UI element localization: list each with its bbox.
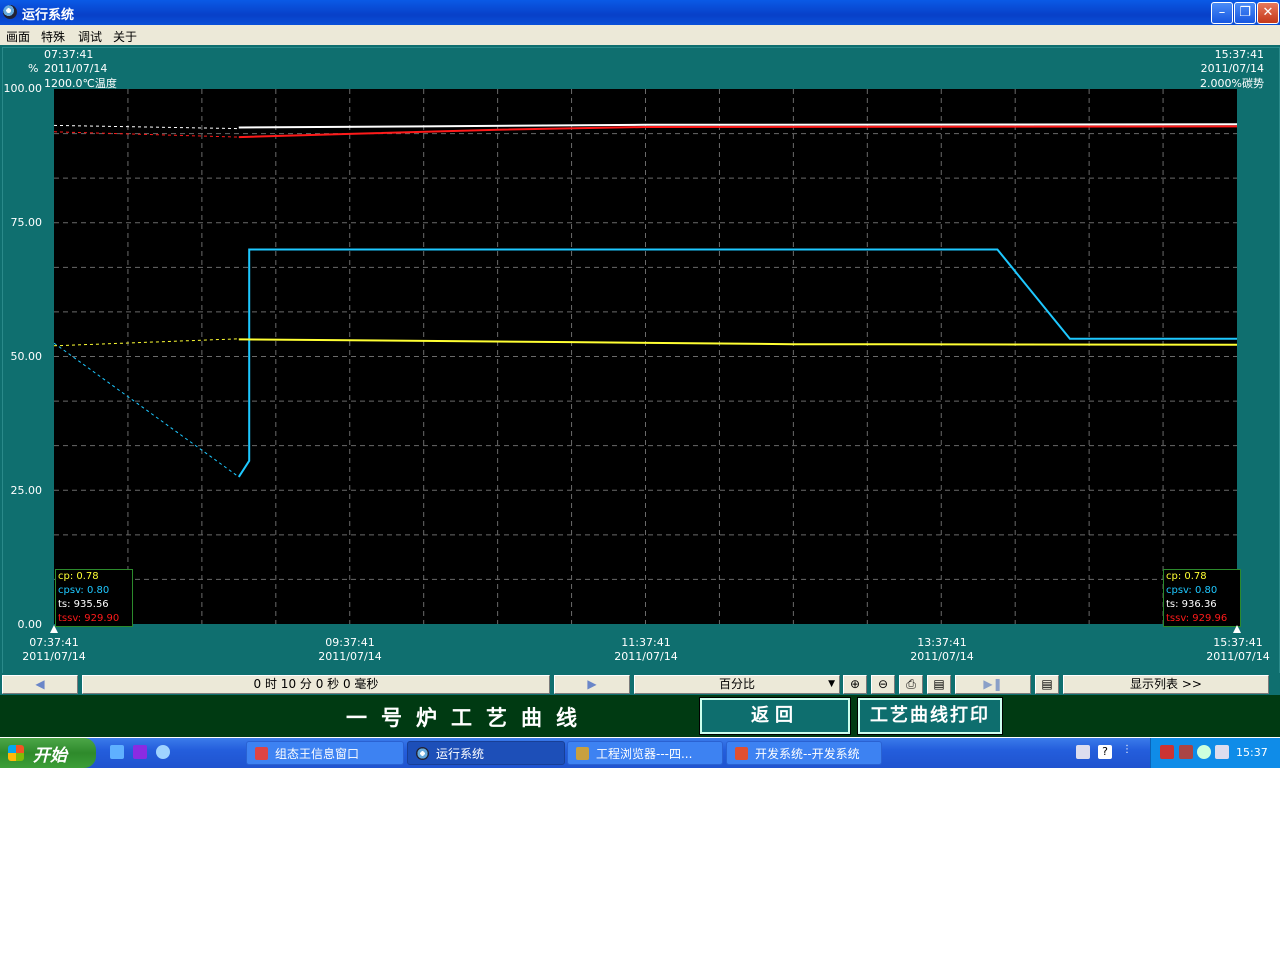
- close-button[interactable]: ✕: [1257, 2, 1279, 24]
- task-icon: [416, 747, 429, 760]
- help-icon[interactable]: ?: [1098, 745, 1112, 759]
- scroll-right-button[interactable]: ▶: [554, 675, 630, 694]
- unit-label: %: [28, 62, 39, 75]
- series-line-cpsv-dashed: [54, 342, 240, 478]
- keyboard-icon[interactable]: [1076, 745, 1090, 759]
- clipboard-icon[interactable]: ▤: [1035, 675, 1059, 694]
- quicklaunch-ie-icon[interactable]: [156, 745, 170, 759]
- restore-button[interactable]: ❐: [1234, 2, 1256, 24]
- series-line-tssv-dashed: [54, 131, 239, 138]
- tray-icon[interactable]: [1160, 745, 1174, 759]
- quicklaunch-icon[interactable]: [133, 745, 147, 759]
- menu-special[interactable]: 特殊: [41, 28, 65, 45]
- legend-left: cp: 0.78 cpsv: 0.80 ts: 935.56 tssv: 929…: [55, 569, 133, 627]
- menu-screen[interactable]: 画面: [6, 28, 30, 45]
- interval-field[interactable]: 0 时 10 分 0 秒 0 毫秒: [82, 675, 550, 694]
- start-label: 开始: [33, 746, 67, 766]
- y-tick-label: 50.00: [10, 350, 43, 363]
- document-icon[interactable]: ▤: [927, 675, 951, 694]
- back-button[interactable]: 返回: [699, 697, 851, 735]
- display-list-button[interactable]: 显示列表 >>: [1063, 675, 1269, 694]
- print-curve-button[interactable]: 工艺曲线打印: [857, 697, 1003, 735]
- series-line-tssv-solid: [238, 125, 1237, 139]
- task-info-window[interactable]: 组态王信息窗口: [246, 741, 404, 765]
- title-bar: 运行系统 – ❐ ✕: [0, 0, 1280, 25]
- legend-right: cp: 0.78 cpsv: 0.80 ts: 936.36 tssv: 929…: [1163, 569, 1241, 627]
- x-tick-label: 15:37:41 2011/07/14: [1206, 636, 1270, 663]
- task-runtime[interactable]: 运行系统: [407, 741, 565, 765]
- quicklaunch-icon[interactable]: [110, 745, 124, 759]
- task-icon: [576, 747, 589, 760]
- tray-icon[interactable]: [1215, 745, 1229, 759]
- y-tick-label: 100.00: [3, 82, 43, 95]
- zoom-in-icon[interactable]: ⊕: [843, 675, 867, 694]
- series-line-cpsv-solid: [237, 248, 1237, 478]
- clock: 15:37: [1236, 746, 1268, 759]
- print-icon[interactable]: ⎙: [899, 675, 923, 694]
- series-line-cp-solid: [238, 338, 1237, 346]
- trend-svg: [54, 89, 1237, 624]
- task-dev-system[interactable]: 开发系统--开发系统: [726, 741, 882, 765]
- scale-select-value: 百分比: [718, 677, 755, 691]
- scale-select[interactable]: 百分比 ▼: [634, 675, 840, 694]
- bottom-banner: [0, 695, 1280, 737]
- chevron-icon[interactable]: ⋮: [1122, 744, 1132, 755]
- legend-item-tssv: tssv: 929.90: [58, 613, 120, 624]
- menu-bar: 画面 特殊 调试 关于: [0, 25, 1280, 45]
- menu-debug[interactable]: 调试: [78, 28, 102, 45]
- y-tick-label: 25.00: [10, 484, 43, 497]
- task-project-browser[interactable]: 工程浏览器---四...: [567, 741, 723, 765]
- chevron-down-icon: ▼: [828, 679, 835, 689]
- legend-item-tssv: tssv: 929.96: [1166, 613, 1228, 624]
- tray-icon[interactable]: [1179, 745, 1193, 759]
- plot-area[interactable]: [54, 89, 1237, 624]
- app-icon: [3, 5, 17, 19]
- y-tick-label: 75.00: [10, 216, 43, 229]
- legend-item-ts: ts: 936.36: [1166, 599, 1217, 610]
- y-tick-label: 0.00: [17, 618, 43, 631]
- x-tick-label: 13:37:41 2011/07/14: [910, 636, 974, 663]
- x-tick-label: 11:37:41 2011/07/14: [614, 636, 678, 663]
- window-title: 运行系统: [22, 8, 75, 23]
- menu-about[interactable]: 关于: [113, 28, 137, 45]
- task-icon: [255, 747, 268, 760]
- play-pause-icon[interactable]: ▶❚: [955, 675, 1031, 694]
- windows-logo-icon: [8, 745, 24, 761]
- tray-icon[interactable]: [1197, 745, 1211, 759]
- end-date: 2011/07/14: [1200, 62, 1264, 75]
- series-line-cp-dashed: [54, 338, 239, 347]
- legend-item-cpsv: cpsv: 0.80: [58, 585, 110, 596]
- left-cursor-handle[interactable]: [50, 625, 58, 633]
- minimize-button[interactable]: –: [1211, 2, 1233, 24]
- start-time: 07:37:41: [44, 48, 94, 61]
- scroll-left-button[interactable]: ◀: [2, 675, 78, 694]
- task-icon: [735, 747, 748, 760]
- legend-item-ts: ts: 935.56: [58, 599, 109, 610]
- series-line-ts-dashed: [54, 124, 239, 130]
- zoom-out-icon[interactable]: ⊖: [871, 675, 895, 694]
- legend-item-cp: cp: 0.78: [1166, 571, 1207, 582]
- end-time: 15:37:41: [1214, 48, 1264, 61]
- page-title: 一号炉工艺曲线: [346, 705, 591, 730]
- right-cursor-handle[interactable]: [1233, 625, 1241, 633]
- start-date: 2011/07/14: [44, 62, 108, 75]
- legend-item-cpsv: cpsv: 0.80: [1166, 585, 1218, 596]
- x-tick-label: 09:37:41 2011/07/14: [318, 636, 382, 663]
- start-button[interactable]: 开始: [0, 738, 96, 768]
- x-tick-label: 07:37:41 2011/07/14: [22, 636, 86, 663]
- legend-item-cp: cp: 0.78: [58, 571, 99, 582]
